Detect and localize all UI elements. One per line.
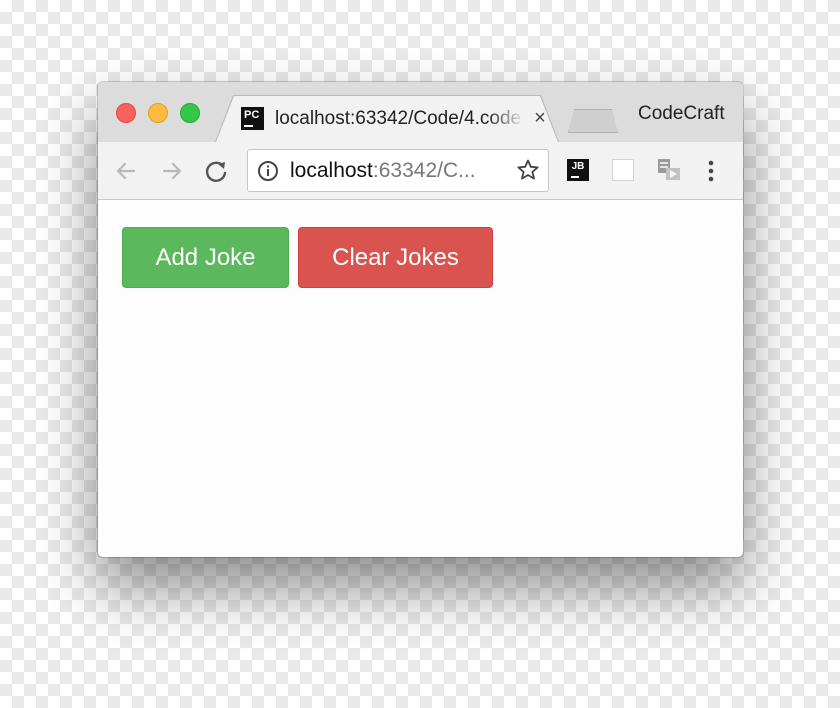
blank-extension-icon[interactable] [612,159,634,181]
clear-jokes-button[interactable]: Clear Jokes [298,227,493,288]
address-url[interactable]: localhost:63342/C... [290,159,510,183]
star-icon[interactable] [516,158,540,182]
tab-title: localhost:63342/Code/4.code [275,108,522,129]
menu-dots-icon[interactable] [705,159,717,183]
jetbrains-extension-icon[interactable]: JB [567,159,589,181]
browser-window: PC localhost:63342/Code/4.code × CodeCra… [98,82,743,557]
reload-icon[interactable] [202,157,230,185]
forward-arrow-icon[interactable] [158,157,186,185]
back-arrow-icon[interactable] [112,157,140,185]
url-host: localhost [290,159,373,182]
cast-extension-icon[interactable] [655,156,683,184]
minimize-window-button[interactable] [148,103,168,123]
profile-name[interactable]: CodeCraft [638,102,725,126]
new-tab-button[interactable] [568,109,618,133]
url-path: :63342/C... [372,159,476,182]
tab-close-icon[interactable]: × [530,108,550,128]
add-joke-button[interactable]: Add Joke [122,227,289,288]
info-icon[interactable] [257,160,279,182]
pycharm-favicon-icon: PC [241,107,264,130]
close-window-button[interactable] [116,103,136,123]
maximize-window-button[interactable] [180,103,200,123]
